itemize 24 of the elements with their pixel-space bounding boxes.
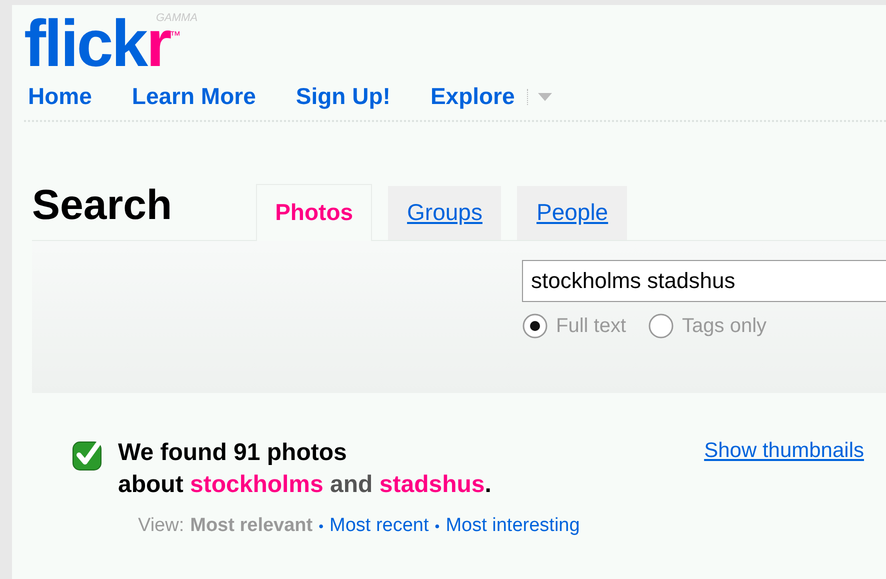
- radio-label: Full text: [556, 314, 626, 338]
- checkmark-icon: [72, 439, 104, 471]
- radio-button[interactable]: [522, 313, 548, 339]
- view-label: View:: [138, 515, 184, 537]
- nav-link[interactable]: Explore: [430, 83, 515, 110]
- radio-label: Tags only: [682, 314, 767, 338]
- view-option-link[interactable]: Most interesting: [446, 515, 580, 537]
- separator-dot: •: [434, 518, 440, 534]
- search-tab[interactable]: Photos: [256, 184, 372, 241]
- show-thumbnails-link[interactable]: Show thumbnails: [704, 439, 864, 463]
- view-option-link[interactable]: Most recent: [330, 515, 429, 537]
- nav-link[interactable]: Learn More: [132, 83, 256, 110]
- view-option-link[interactable]: Most relevant: [190, 515, 313, 537]
- dropdown-caret-icon[interactable]: [538, 92, 552, 100]
- nav-link[interactable]: Home: [28, 83, 92, 110]
- radio-button[interactable]: [648, 313, 674, 339]
- search-tab[interactable]: People: [517, 186, 628, 240]
- nav-link[interactable]: Sign Up!: [296, 83, 390, 110]
- search-field[interactable]: stockholms stadshus: [522, 260, 886, 302]
- separator-dot: •: [318, 518, 324, 534]
- result-headline: We found 91 photos: [118, 438, 348, 468]
- result-summary: about stockholms and stadshus.: [118, 470, 492, 500]
- page-title: Search: [32, 184, 172, 226]
- search-tab[interactable]: Groups: [388, 186, 502, 240]
